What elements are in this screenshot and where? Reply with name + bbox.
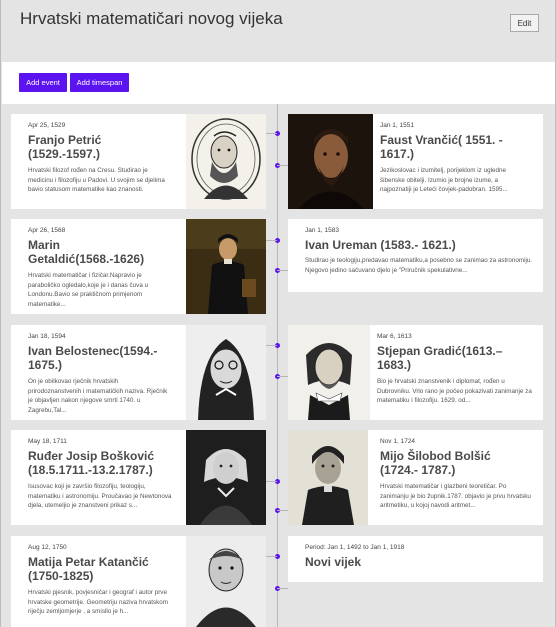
page-title: Hrvatski matematičari novog vijeka [20, 9, 283, 28]
edit-button[interactable]: Edit [510, 14, 539, 32]
header: Hrvatski matematičari novog vijeka Edit [2, 0, 555, 62]
engraving-portrait-icon [186, 325, 266, 420]
event-title: Ivan Ureman (1583.- 1621.) [305, 238, 456, 252]
event-title: Franjo Petrić (1529.-1597.) [28, 133, 102, 161]
event-description: Studirao je teologiju,predavao matematik… [305, 257, 533, 274]
event-description: Hrvatski matematičar i glazbeni teoretič… [380, 483, 531, 509]
event-title: Matija Petar Katančić (1750-1825) [28, 555, 149, 583]
connector-line [277, 376, 288, 377]
connector-line [266, 481, 277, 482]
engraving-portrait-icon [288, 325, 370, 420]
event-description: Hrvatski matematičar i fizičar.Napravio … [28, 272, 149, 308]
event-date: Apr 25, 1529 [28, 122, 66, 129]
timespan-card-novi-vijek[interactable]: Period: Jan 1, 1492 to Jan 1, 1918 Novi … [288, 536, 543, 582]
event-title: Mijo Šilobod Bolšić (1724.- 1787.) [380, 449, 491, 477]
event-card-ivan-ureman[interactable]: Jan 1, 1583 Ivan Ureman (1583.- 1621.) S… [288, 219, 543, 292]
event-title: Stjepan Gradić(1613.– 1683.) [377, 344, 503, 372]
event-description: Jezikoslovac i izumitelj, porijeklom iz … [380, 167, 508, 193]
event-date: Jan 18, 1594 [28, 333, 66, 340]
connector-line [277, 588, 288, 589]
connector-line [266, 556, 277, 557]
event-date: Apr 26, 1568 [28, 227, 66, 234]
event-description: Isusovac koji je završio filozofiju, teo… [28, 483, 172, 509]
timespan-period: Period: Jan 1, 1492 to Jan 1, 1918 [305, 544, 405, 551]
event-description: Hrvatski filozof rođen na Cresu. Studira… [28, 167, 165, 193]
timeline-window: Hrvatski matematičari novog vijeka Edit … [0, 0, 556, 627]
photo-portrait-icon [288, 430, 368, 525]
event-date: Mar 6, 1613 [377, 333, 412, 340]
event-date: May 18, 1711 [28, 438, 67, 445]
connector-line [266, 345, 277, 346]
add-event-button[interactable]: Add event [19, 73, 67, 92]
timespan-title: Novi vijek [305, 555, 362, 569]
event-date: Nov 1, 1724 [380, 438, 416, 445]
event-date: Jan 1, 1551 [380, 122, 414, 129]
connector-line [277, 270, 288, 271]
event-description: Bio je hrvatski znanstvenik i diplomat, … [377, 378, 532, 404]
event-title: Marin Getaldić(1568.-1626) [28, 238, 145, 266]
event-title: Ivan Belostenec(1594.- 1675.) [28, 344, 158, 372]
event-date: Aug 12, 1750 [28, 544, 67, 551]
engraving-portrait-icon [186, 114, 266, 209]
event-date: Jan 1, 1583 [305, 227, 339, 234]
connector-line [266, 240, 277, 241]
event-description: On je obilkovao rječnik hrvatskih prirod… [28, 378, 168, 414]
painted-portrait-icon [186, 219, 266, 314]
event-description: Hrvatski pjesnik, povjesničar i geograf … [28, 589, 168, 615]
painted-portrait-icon [288, 114, 373, 209]
engraving-portrait-icon [186, 536, 266, 627]
connector-line [266, 133, 277, 134]
connector-line [277, 510, 288, 511]
connector-line [277, 165, 288, 166]
toolbar: Add event Add timespan [2, 62, 555, 104]
timeline-axis [277, 104, 278, 627]
drawing-portrait-icon [186, 430, 266, 525]
event-title: Ruđer Josip Bošković (18.5.1711.-13.2.17… [28, 449, 155, 477]
add-timespan-button[interactable]: Add timespan [70, 73, 129, 92]
event-title: Faust Vrančić( 1551. - 1617.) [380, 133, 503, 161]
